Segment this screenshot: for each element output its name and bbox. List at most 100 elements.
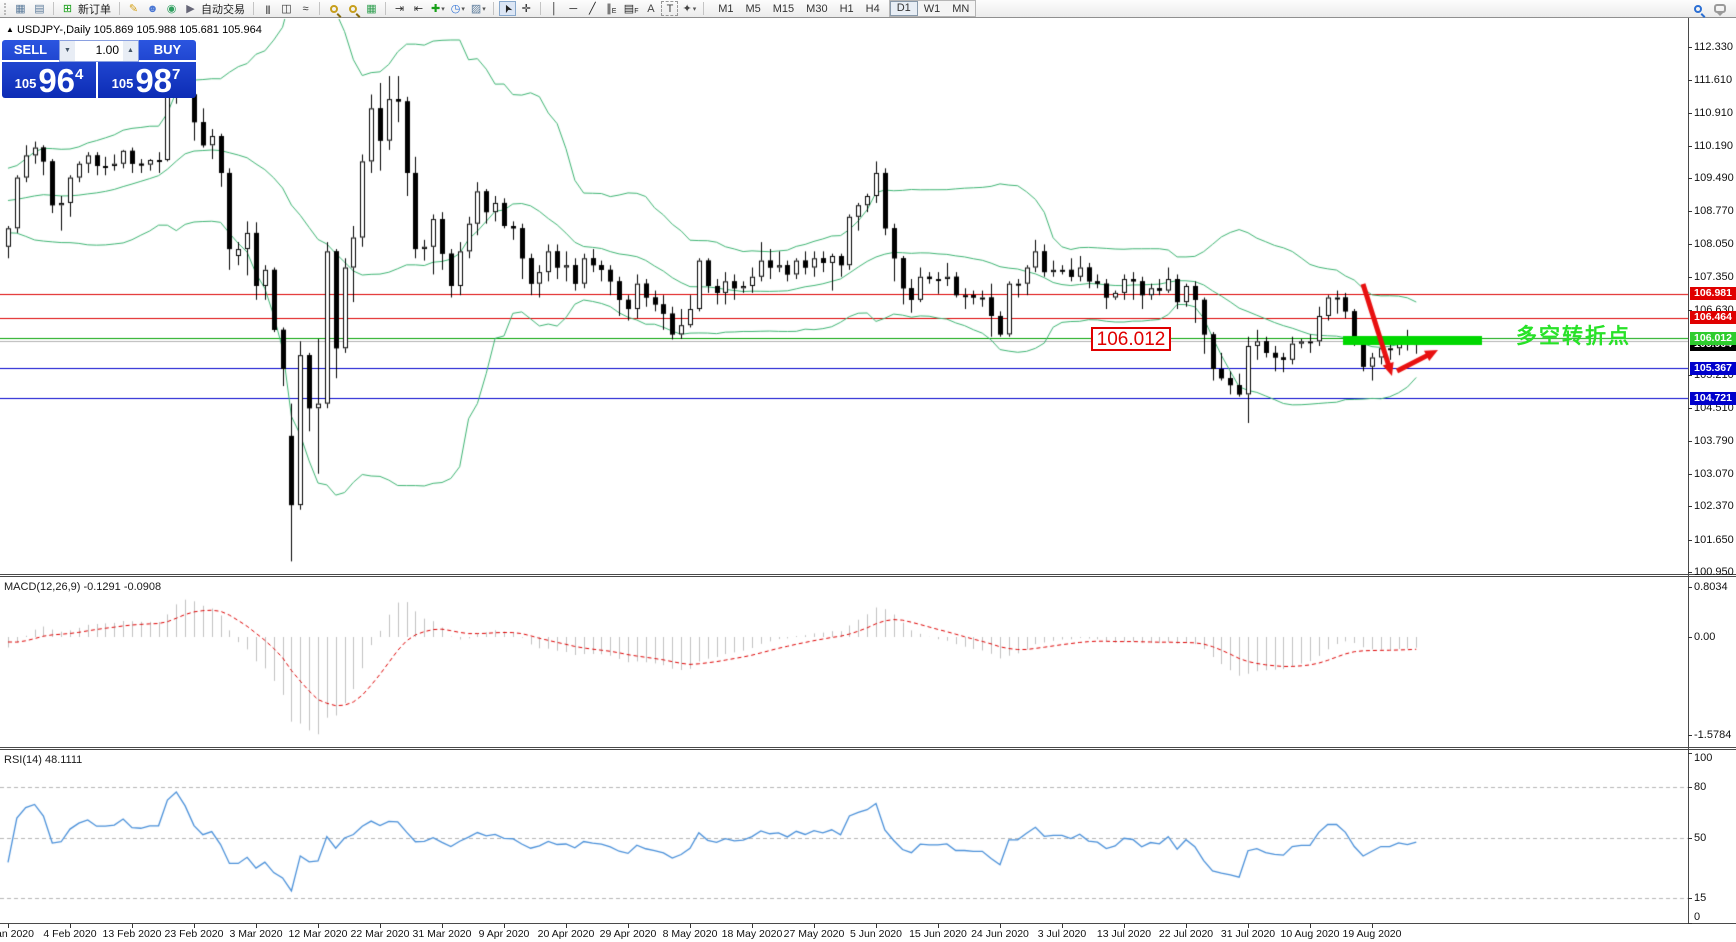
timeframe-h4[interactable]: H4: [860, 1, 886, 17]
timeframe-w1[interactable]: W1: [918, 1, 947, 17]
rsi-tick-label: 100: [1694, 752, 1712, 764]
chart-shift-icon[interactable]: ⇤: [410, 1, 427, 16]
autotrade-label[interactable]: 自动交易: [201, 1, 245, 17]
date-label: 22 Mar 2020: [351, 928, 410, 940]
volume-stepper: ▼ 1.00 ▲: [59, 40, 139, 62]
date-label: 8 May 2020: [663, 928, 718, 940]
volume-down-button[interactable]: ▼: [60, 41, 75, 61]
date-label: 13 Jul 2020: [1097, 928, 1151, 940]
date-label: 4 Feb 2020: [43, 928, 96, 940]
community-icon[interactable]: ☻: [144, 1, 161, 16]
profiles-icon[interactable]: ▤: [31, 1, 48, 16]
equidistant-channel-icon[interactable]: ∥E: [603, 1, 620, 16]
price-tick: [1688, 146, 1692, 147]
buy-price[interactable]: 105 98 7: [98, 62, 194, 98]
price-line-label: 106.464: [1690, 311, 1736, 324]
timeframe-toolbar: M1M5M15M30H1H4 D1W1MN: [712, 0, 976, 17]
rsi-pane-separator[interactable]: [0, 747, 1736, 750]
date-label: 24 Jun 2020: [971, 928, 1029, 940]
new-order-label[interactable]: 新订单: [78, 1, 111, 17]
zoom-out-icon[interactable]: [344, 1, 361, 16]
text-icon[interactable]: A: [642, 1, 659, 16]
price-tick: [1688, 113, 1692, 114]
date-label: 13 Feb 2020: [103, 928, 162, 940]
toolbar-separator: [53, 2, 54, 15]
timeframe-h1[interactable]: H1: [834, 1, 860, 17]
price-line-label: 105.367: [1690, 362, 1736, 375]
signals-icon[interactable]: ◉: [163, 1, 180, 16]
add-indicator-icon[interactable]: ✚▾: [429, 1, 447, 16]
macd-tick-label: 0.8034: [1694, 581, 1728, 593]
trendline-icon[interactable]: ╱: [584, 1, 601, 16]
candlestick-chart-icon[interactable]: ◫: [278, 1, 295, 16]
timeframe-d1[interactable]: D1: [890, 1, 918, 16]
timeframe-mn[interactable]: MN: [946, 1, 975, 17]
buy-button[interactable]: BUY: [139, 40, 196, 62]
zoom-in-icon[interactable]: [325, 1, 342, 16]
price-tick-label: 108.050: [1694, 238, 1734, 250]
cursor-icon[interactable]: ➤: [499, 1, 516, 16]
macd-pane-separator[interactable]: [0, 574, 1736, 577]
price-tick-label: 110.910: [1694, 107, 1733, 119]
templates-icon[interactable]: ▨▾: [469, 1, 488, 16]
rsi-tick: [1688, 787, 1692, 788]
symbol-collapse-icon[interactable]: ▲: [6, 25, 14, 34]
price-tick: [1688, 506, 1692, 507]
periods-icon[interactable]: ◷▾: [449, 1, 467, 16]
date-label: 22 Jul 2020: [1159, 928, 1213, 940]
crosshair-icon[interactable]: ✛: [518, 1, 535, 16]
date-label: 19 Aug 2020: [1343, 928, 1402, 940]
price-line-label: 106.012: [1690, 332, 1736, 345]
toolbar-separator: [319, 2, 320, 15]
price-annotation-box[interactable]: 106.012: [1091, 327, 1171, 351]
price-tick: [1688, 244, 1692, 245]
arrows-icon[interactable]: ✦▾: [680, 1, 698, 16]
price-tick: [1688, 572, 1692, 573]
symbol-name: USDJPY-,Daily: [17, 24, 91, 36]
vertical-line-icon[interactable]: │: [546, 1, 563, 16]
tile-windows-icon[interactable]: ▦: [363, 1, 380, 16]
toolbar-separator: [493, 2, 494, 15]
timeframe-m15[interactable]: M15: [767, 1, 800, 17]
zoom-in-icon: [330, 5, 338, 13]
macd-tick: [1688, 637, 1692, 638]
bar-chart-icon[interactable]: |||: [259, 1, 276, 16]
timeframe-m30[interactable]: M30: [800, 1, 833, 17]
timeframe-m1[interactable]: M1: [712, 1, 739, 17]
sell-price-prefix: 105: [15, 76, 37, 91]
sell-button[interactable]: SELL: [2, 40, 59, 62]
line-chart-icon[interactable]: ≈: [297, 1, 314, 16]
symbol-info-line: ▲ USDJPY-,Daily 105.869 105.988 105.681 …: [6, 24, 262, 36]
fibonacci-icon[interactable]: ▤F: [622, 1, 641, 16]
date-label: 10 Aug 2020: [1281, 928, 1340, 940]
autotrade-icon[interactable]: ▶: [182, 1, 199, 16]
text-label-icon[interactable]: T: [661, 1, 678, 16]
volume-value[interactable]: 1.00: [75, 41, 123, 61]
one-click-trading-panel: SELL ▼ 1.00 ▲ BUY 105 96 4 105 98 7: [2, 40, 196, 98]
chat-icon[interactable]: [1714, 4, 1726, 13]
rsi-tick: [1688, 898, 1692, 899]
new-chart-icon[interactable]: ▦: [12, 1, 29, 16]
metaeditor-icon[interactable]: ✎: [125, 1, 142, 16]
sell-price-big: 96: [38, 66, 75, 95]
price-tick-label: 100.950: [1694, 566, 1734, 578]
macd-tick: [1688, 587, 1692, 588]
search-icon[interactable]: [1694, 5, 1702, 13]
new-order-icon[interactable]: ⊞: [59, 1, 76, 16]
buy-price-big: 98: [135, 66, 172, 95]
date-label: 31 Mar 2020: [413, 928, 472, 940]
sell-price[interactable]: 105 96 4: [2, 62, 98, 98]
chart-canvas[interactable]: [0, 0, 1688, 942]
pivot-note-text[interactable]: 多空转折点: [1516, 320, 1631, 350]
timeframe-m5[interactable]: M5: [739, 1, 766, 17]
horizontal-line-icon[interactable]: ─: [565, 1, 582, 16]
toolbar-separator: [385, 2, 386, 15]
price-tick-label: 111.610: [1694, 74, 1732, 86]
auto-scroll-icon[interactable]: ⇥: [391, 1, 408, 16]
date-label: 31 Jul 2020: [1221, 928, 1275, 940]
toolbar-separator: [119, 2, 120, 15]
buy-price-sup: 7: [172, 66, 180, 83]
volume-up-button[interactable]: ▲: [123, 41, 138, 61]
price-tick-label: 108.770: [1694, 205, 1734, 217]
toolbar-grip[interactable]: [4, 3, 8, 15]
